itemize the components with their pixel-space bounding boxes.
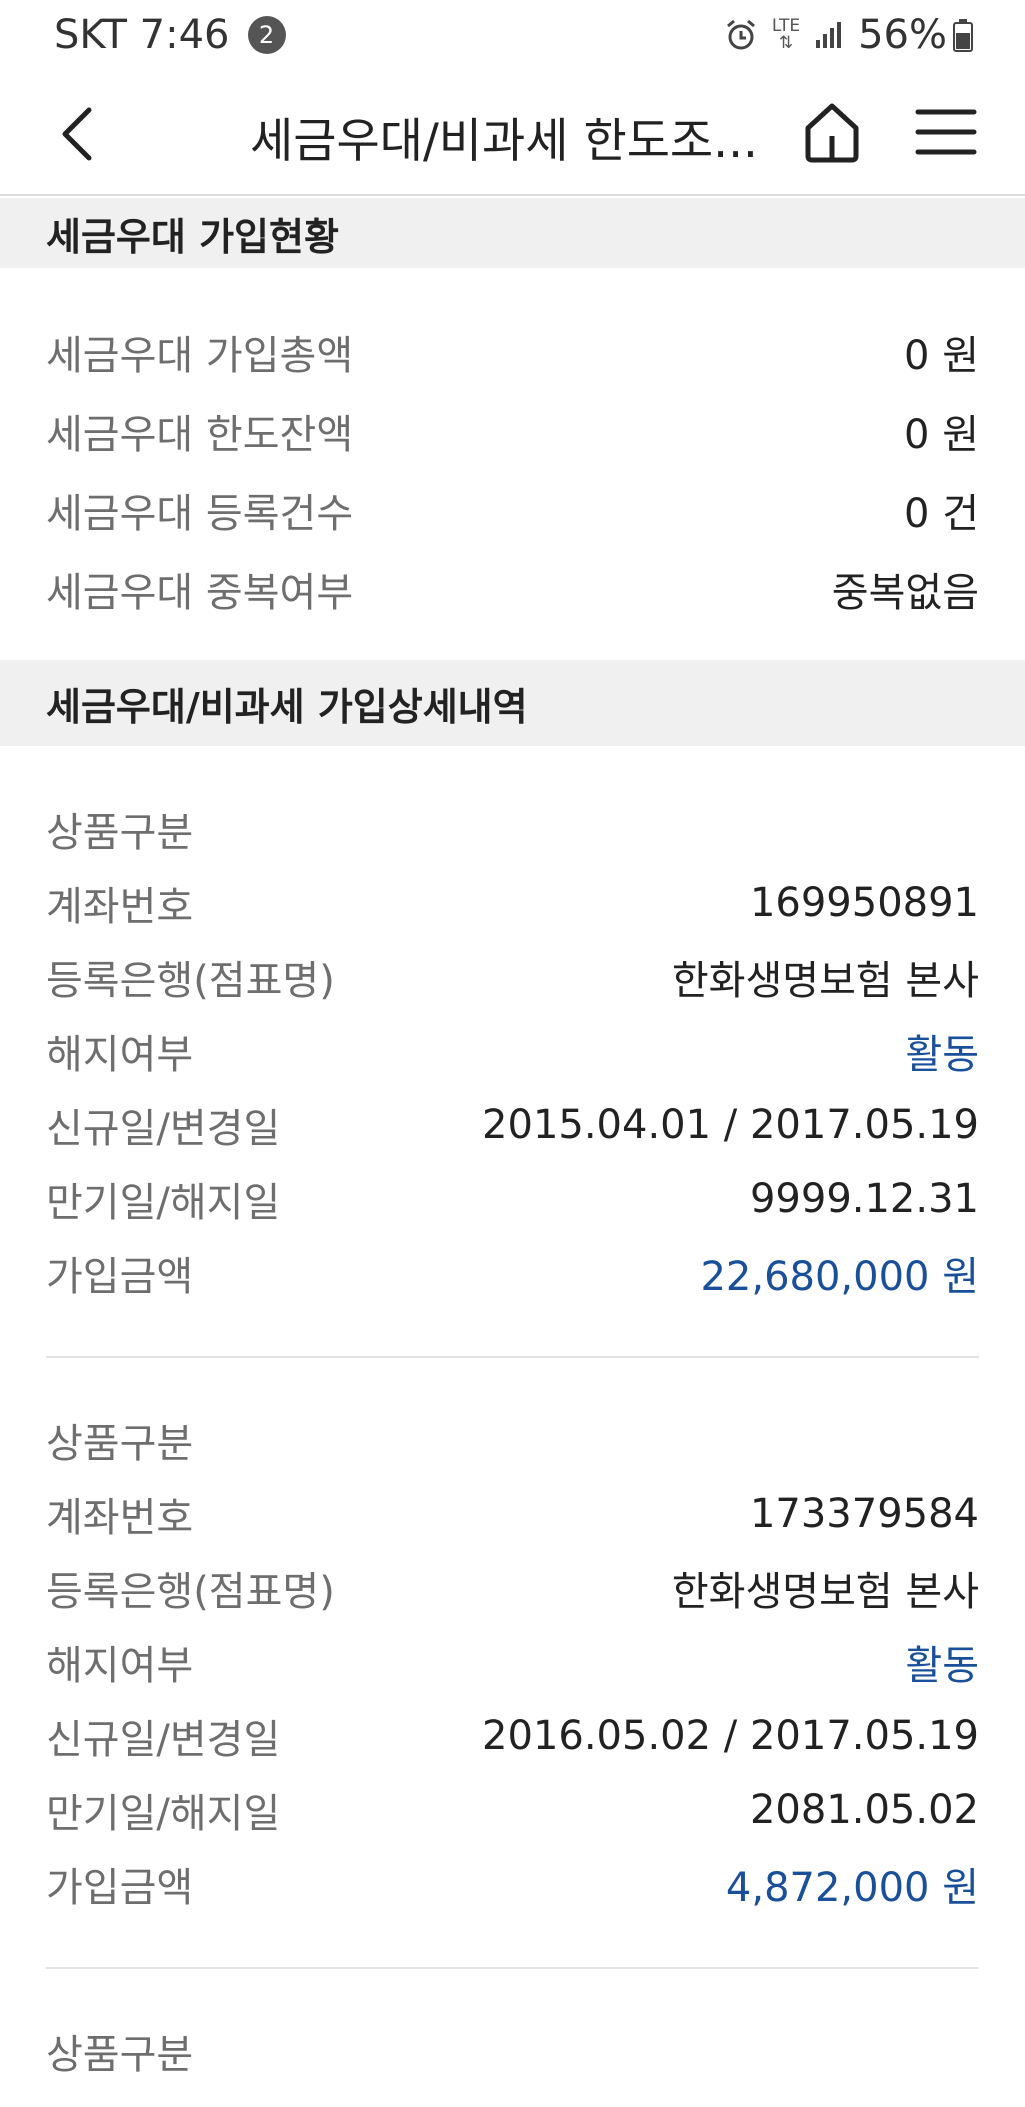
detail-label: 만기일/해지일 — [46, 1180, 281, 1226]
detail-row-maturity-date: 만기일/해지일 9999.12.31 — [46, 1169, 979, 1229]
cancel-status-value: 활동 — [905, 1032, 979, 1078]
new-changed-date-value: 2016.05.02 / 2017.05.19 — [482, 1713, 979, 1759]
detail-row-product-type: 상품구분 — [46, 1410, 979, 1470]
details-heading: 세금우대/비과세 가입상세내역 — [0, 660, 1025, 746]
summary-value: 0 원 — [904, 333, 979, 379]
home-icon — [805, 103, 859, 163]
detail-row-bank: 등록은행(점표명) 한화생명보험 본사 — [46, 1558, 979, 1618]
battery-icon — [953, 18, 973, 52]
summary-label: 세금우대 중복여부 — [46, 570, 354, 616]
home-button[interactable] — [800, 100, 864, 164]
lte-indicator: LTE ⇅ — [772, 18, 800, 52]
detail-row-bank: 등록은행(점표명) 한화생명보험 본사 — [46, 947, 979, 1007]
detail-row-cancel-status: 해지여부 활동 — [46, 1021, 979, 1081]
summary-value: 0 건 — [904, 491, 979, 537]
amount-value: 22,680,000 원 — [700, 1254, 979, 1300]
bank-value: 한화생명보험 본사 — [671, 1569, 979, 1615]
maturity-date-value: 2081.05.02 — [749, 1787, 979, 1833]
detail-row-product-type: 상품구분 — [46, 2021, 979, 2081]
menu-icon — [915, 109, 977, 155]
detail-row-account-number: 계좌번호 173379584 — [46, 1484, 979, 1544]
alarm-icon — [724, 18, 758, 52]
detail-label: 상품구분 — [46, 2032, 194, 2078]
detail-label: 신규일/변경일 — [46, 1106, 281, 1152]
detail-label: 계좌번호 — [46, 1495, 194, 1541]
detail-label: 상품구분 — [46, 810, 194, 856]
summary-value: 0 원 — [904, 412, 979, 458]
detail-label: 신규일/변경일 — [46, 1717, 281, 1763]
detail-row-maturity-date: 만기일/해지일 2081.05.02 — [46, 1780, 979, 1840]
detail-label: 계좌번호 — [46, 884, 194, 930]
new-changed-date-value: 2015.04.01 / 2017.05.19 — [482, 1102, 979, 1148]
menu-button[interactable] — [915, 102, 977, 162]
carrier-time: SKT 7:46 — [54, 12, 230, 58]
item-divider — [46, 1356, 979, 1358]
detail-label: 해지여부 — [46, 1643, 194, 1689]
summary-label: 세금우대 등록건수 — [46, 491, 354, 537]
bank-value: 한화생명보험 본사 — [671, 958, 979, 1004]
detail-row-new-changed-date: 신규일/변경일 2015.04.01 / 2017.05.19 — [46, 1095, 979, 1155]
app-header: 세금우대/비과세 한도조... — [0, 72, 1025, 196]
status-right: LTE ⇅ 56% — [724, 12, 973, 58]
detail-row-amount: 가입금액 4,872,000 원 — [46, 1854, 979, 1914]
cancel-status-value: 활동 — [905, 1643, 979, 1689]
summary-row: 세금우대 등록건수 0 건 — [46, 480, 979, 540]
detail-row-new-changed-date: 신규일/변경일 2016.05.02 / 2017.05.19 — [46, 1706, 979, 1766]
item-divider — [46, 1967, 979, 1969]
summary-row: 세금우대 한도잔액 0 원 — [46, 401, 979, 461]
detail-label: 등록은행(점표명) — [46, 958, 335, 1004]
signal-icon — [814, 20, 844, 50]
status-left: SKT 7:46 2 — [54, 12, 286, 58]
detail-row-product-type: 상품구분 — [46, 799, 979, 859]
notification-badge: 2 — [247, 16, 286, 54]
detail-row-account-number: 계좌번호 169950891 — [46, 873, 979, 933]
detail-label: 등록은행(점표명) — [46, 1569, 335, 1615]
summary-row: 세금우대 중복여부 중복없음 — [46, 559, 979, 619]
summary-label: 세금우대 한도잔액 — [46, 412, 354, 458]
summary-row: 세금우대 가입총액 0 원 — [46, 322, 979, 382]
account-number-value: 169950891 — [749, 880, 979, 926]
summary-value: 중복없음 — [831, 570, 979, 616]
battery-percent: 56% — [858, 12, 947, 58]
detail-row-amount: 가입금액 22,680,000 원 — [46, 1243, 979, 1303]
detail-label: 상품구분 — [46, 1421, 194, 1467]
back-arrow-icon — [62, 107, 92, 161]
detail-label: 가입금액 — [46, 1865, 194, 1911]
summary-heading: 세금우대 가입현황 — [0, 198, 1025, 268]
detail-label: 해지여부 — [46, 1032, 194, 1078]
back-button[interactable] — [52, 104, 102, 164]
detail-row-cancel-status: 해지여부 활동 — [46, 1632, 979, 1692]
amount-value: 4,872,000 원 — [725, 1865, 979, 1911]
detail-label: 만기일/해지일 — [46, 1791, 281, 1837]
detail-label: 가입금액 — [46, 1254, 194, 1300]
summary-label: 세금우대 가입총액 — [46, 333, 354, 379]
status-bar: SKT 7:46 2 LTE ⇅ 56% — [0, 0, 1025, 72]
page-title: 세금우대/비과세 한도조... — [250, 114, 758, 169]
maturity-date-value: 9999.12.31 — [749, 1176, 979, 1222]
data-arrows-icon: ⇅ — [778, 33, 794, 53]
account-number-value: 173379584 — [749, 1491, 979, 1537]
